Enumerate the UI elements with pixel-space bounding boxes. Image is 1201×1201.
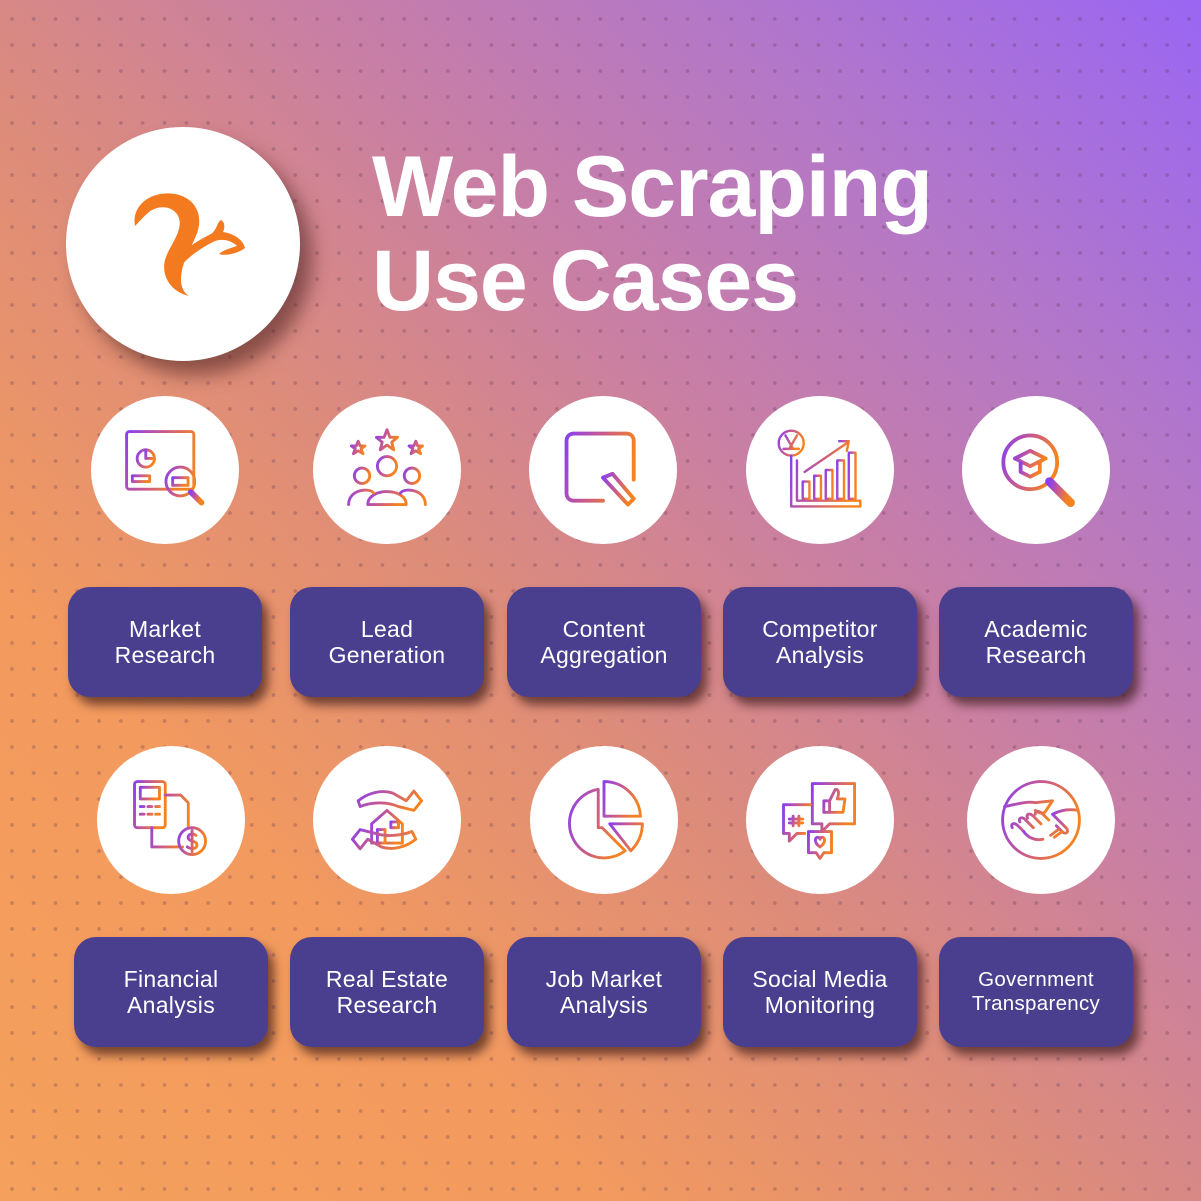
lead-generation-people-stars-icon bbox=[347, 428, 427, 506]
academic-magnifier-cap-icon bbox=[1001, 433, 1075, 507]
page-title: Web Scraping Use Cases bbox=[372, 139, 933, 329]
use-case-label-line2: Analysis bbox=[775, 642, 865, 668]
use-case-label-line2: Research bbox=[985, 642, 1087, 668]
icon-circle-market-research bbox=[91, 396, 239, 544]
use-case-label-line1: Job Market bbox=[545, 966, 663, 992]
icon-circle-lead-generation bbox=[313, 396, 461, 544]
market-research-dashboard-icon bbox=[125, 430, 205, 506]
use-case-label-line1: Lead bbox=[360, 616, 414, 642]
use-case-label-line2: Research bbox=[114, 642, 216, 668]
use-case-card-academic-research[interactable]: Academic Research bbox=[939, 587, 1133, 697]
squirrel-logo-icon bbox=[134, 193, 245, 296]
use-case-card-government-transparency[interactable]: Government Transparency bbox=[939, 937, 1133, 1047]
icon-circle-government-transparency bbox=[967, 746, 1115, 894]
title-line-1: Web Scraping bbox=[372, 139, 933, 235]
use-case-label-line2: Transparency bbox=[971, 992, 1101, 1015]
use-case-card-content-aggregation[interactable]: Content Aggregation bbox=[507, 587, 701, 697]
use-case-label-line1: Real Estate bbox=[325, 966, 449, 992]
use-case-label-line1: Market bbox=[128, 616, 202, 642]
use-case-label-line1: Financial bbox=[123, 966, 219, 992]
government-handshake-icon bbox=[1001, 780, 1081, 860]
use-case-card-real-estate-research[interactable]: Real Estate Research bbox=[290, 937, 484, 1047]
content-document-pencil-icon bbox=[564, 431, 636, 507]
icon-circle-content-aggregation bbox=[529, 396, 677, 544]
icon-circle-financial-analysis bbox=[97, 746, 245, 894]
use-case-label-line1: Academic bbox=[984, 616, 1088, 642]
use-case-label-line1: Government bbox=[978, 968, 1094, 991]
use-case-card-competitor-analysis[interactable]: Competitor Analysis bbox=[723, 587, 917, 697]
use-case-label-line2: Monitoring bbox=[764, 992, 876, 1018]
social-media-chat-bubbles-icon bbox=[782, 782, 856, 860]
use-case-label-line2: Aggregation bbox=[540, 642, 668, 668]
use-case-label-line1: Competitor bbox=[762, 616, 878, 642]
use-case-card-lead-generation[interactable]: Lead Generation bbox=[290, 587, 484, 697]
icon-circle-job-market-analysis bbox=[530, 746, 678, 894]
icon-circle-social-media-monitoring bbox=[746, 746, 894, 894]
icon-circle-competitor-analysis bbox=[746, 396, 894, 544]
job-market-pie-chart-icon bbox=[568, 780, 644, 860]
real-estate-hands-house-icon bbox=[351, 789, 423, 851]
use-case-card-job-market-analysis[interactable]: Job Market Analysis bbox=[507, 937, 701, 1047]
use-case-label-line2: Research bbox=[336, 992, 438, 1018]
use-case-label-line1: Content bbox=[562, 616, 646, 642]
use-case-card-social-media-monitoring[interactable]: Social Media Monitoring bbox=[723, 937, 917, 1047]
financial-calculator-dollar-icon bbox=[133, 780, 207, 856]
use-case-label-line2: Analysis bbox=[559, 992, 649, 1018]
use-case-label-line2: Analysis bbox=[126, 992, 216, 1018]
use-case-card-financial-analysis[interactable]: Financial Analysis bbox=[74, 937, 268, 1047]
icon-circle-academic-research bbox=[962, 396, 1110, 544]
use-case-label-line2: Generation bbox=[328, 642, 446, 668]
title-line-2: Use Cases bbox=[372, 233, 799, 329]
competitor-growth-chart-icon bbox=[777, 429, 862, 508]
logo-badge bbox=[66, 127, 300, 361]
use-case-label-line1: Social Media bbox=[752, 966, 888, 992]
icon-circle-real-estate-research bbox=[313, 746, 461, 894]
use-case-card-market-research[interactable]: Market Research bbox=[68, 587, 262, 697]
